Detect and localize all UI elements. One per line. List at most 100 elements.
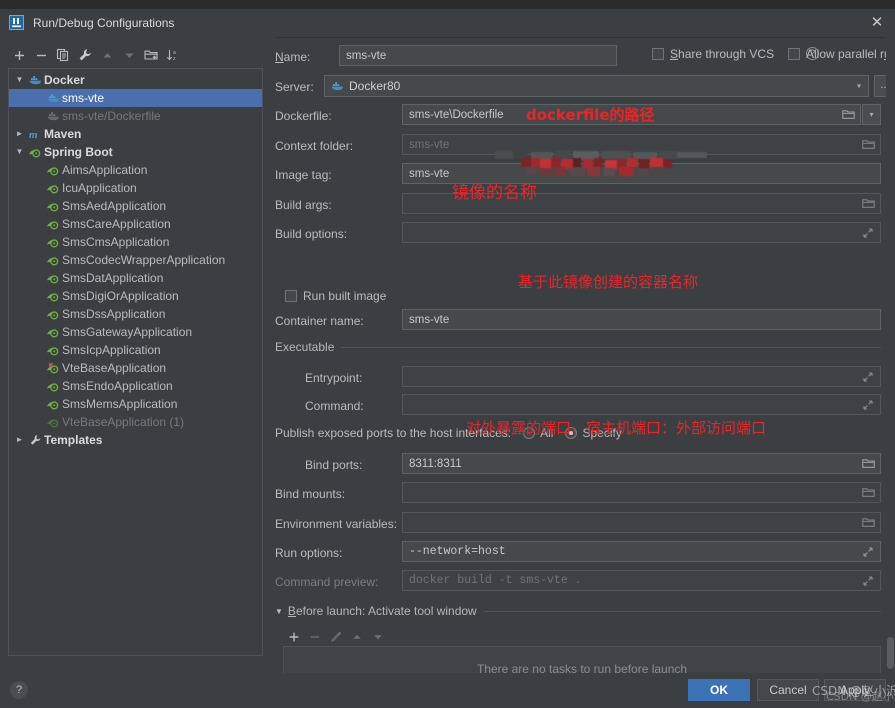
tree-item-smscmsapplication[interactable]: SmsCmsApplication [9,233,262,251]
expand-icon[interactable] [857,572,879,589]
spring-icon [26,146,44,158]
publish-ports-option-specify[interactable]: Specify [565,426,622,440]
tree-item-smsmemsapplication[interactable]: SmsMemsApplication [9,395,262,413]
expand-icon[interactable] [857,224,879,241]
close-icon[interactable]: ✕ [868,14,886,32]
tree-item-smsdatapplication[interactable]: SmsDatApplication [9,269,262,287]
add-configuration-button[interactable] [8,45,30,65]
edit-templates-button[interactable] [74,45,96,65]
folder-icon[interactable] [857,136,879,153]
dockerfile-input[interactable]: sms-vte\Dockerfile [402,104,861,125]
tree-item-templates[interactable]: ► Templates [9,431,262,449]
run-built-image-checkbox[interactable]: Run built image [285,289,386,303]
apply-button[interactable]: Apply [824,679,886,701]
spring-icon [44,326,62,338]
radio-button [523,427,536,439]
tree-item-smsgatewayapplication[interactable]: SmsGatewayApplication [9,323,262,341]
move-into-folder-button[interactable] [140,45,162,65]
folder-icon[interactable] [857,514,879,531]
tree-item-smsdigiorapplication[interactable]: SmsDigiOrApplication [9,287,262,305]
folder-icon[interactable] [857,195,879,212]
triangle-down-icon[interactable]: ▼ [13,71,26,89]
before-launch-tasks-list[interactable]: There are no tasks to run before launch [283,646,881,673]
folder-icon[interactable] [837,106,859,123]
sort-configurations-button[interactable]: a z [162,45,184,65]
tree-item-label: SmsAedApplication [62,199,167,213]
command-row: Command: [305,395,364,417]
tree-item-aimsapplication[interactable]: AimsApplication [9,161,262,179]
configurations-tree[interactable]: ▼ Docker sms-vte sms-vte/Dockerfile ► m Maven ▼… [8,68,263,656]
tree-item-icuapplication[interactable]: IcuApplication [9,179,262,197]
triangle-right-icon[interactable]: ► [13,431,26,449]
server-combo[interactable]: Docker80 ▾ [324,75,869,97]
tree-item-label: SmsCmsApplication [62,235,170,249]
copy-configuration-button[interactable] [52,45,74,65]
tree-item-smsicpapplication[interactable]: SmsIcpApplication [9,341,262,359]
publish-ports-option-all[interactable]: All [523,426,553,440]
scrollbar-thumb[interactable] [887,637,894,669]
before-launch-toolbar [283,627,388,647]
spring-icon [44,236,62,248]
task-move-down-button[interactable] [367,627,388,647]
allow-parallel-run-checkbox[interactable]: Allow parallel run [788,47,895,61]
tree-item-sms-vte-dockerfile[interactable]: sms-vte/Dockerfile [9,107,262,125]
task-move-up-button[interactable] [346,627,367,647]
tree-item-vtebaseapplication-1[interactable]: VteBaseApplication (1) [9,413,262,431]
command-preview-value: docker build -t sms-vte . [409,574,582,587]
bind-mounts-input[interactable] [402,482,881,503]
executable-section-header: Executable [275,340,881,354]
tree-item-docker[interactable]: ▼ Docker [9,71,262,89]
build-options-input[interactable] [402,222,881,243]
command-preview-label: Command preview: [275,575,379,589]
tree-item-smsaedapplication[interactable]: SmsAedApplication [9,197,262,215]
tree-item-label: VteBaseApplication (1) [62,415,185,429]
bind-ports-input[interactable]: 8311:8311 [402,453,881,474]
cancel-button[interactable]: Cancel [757,679,819,701]
environment-variables-input[interactable] [402,512,881,533]
server-row: Server: [275,76,314,98]
tree-item-smscodecwrapperapplication[interactable]: SmsCodecWrapperApplication [9,251,262,269]
context-folder-input[interactable]: sms-vte [402,134,881,155]
edit-task-button[interactable] [325,627,346,647]
server-value: Docker80 [349,79,401,93]
name-input[interactable]: sms-vte [339,45,617,66]
tree-item-vtebaseapplication[interactable]: VteBaseApplication [9,359,262,377]
entrypoint-input[interactable] [402,366,881,387]
command-input[interactable] [402,394,881,415]
image-tag-input[interactable]: sms-vte [402,163,881,184]
triangle-down-icon[interactable]: ▼ [13,143,26,161]
triangle-right-icon[interactable]: ► [13,125,26,143]
dialog-titlebar: Run/Debug Configurations ✕ [0,9,895,38]
docker-gray-icon [44,110,62,122]
build-args-input[interactable] [402,193,881,214]
folder-icon[interactable] [857,484,879,501]
expand-icon[interactable] [857,368,879,385]
tree-item-label: sms-vte/Dockerfile [62,109,161,123]
folder-icon[interactable] [857,455,879,472]
bind-ports-row: Bind ports: [305,454,362,476]
add-task-button[interactable] [283,627,304,647]
move-down-button[interactable] [118,45,140,65]
expand-icon[interactable] [857,543,879,560]
ok-button[interactable]: OK [688,679,750,701]
dockerfile-history-dropdown[interactable]: ▾ [862,104,881,125]
expand-icon[interactable] [857,396,879,413]
container-name-value: sms-vte [409,313,450,326]
help-button[interactable]: ? [10,681,28,699]
run-options-input[interactable]: --network=host [402,541,881,562]
move-up-button[interactable] [96,45,118,65]
container-name-input[interactable]: sms-vte [402,309,881,330]
tree-item-smscareapplication[interactable]: SmsCareApplication [9,215,262,233]
command-preview-input[interactable]: docker build -t sms-vte . [402,570,881,591]
tree-item-spring-boot[interactable]: ▼ Spring Boot [9,143,262,161]
context-folder-row: Context folder: [275,135,353,157]
before-launch-header[interactable]: ▼ Before launch: Activate tool window [275,604,881,618]
remove-configuration-button[interactable] [30,45,52,65]
tree-item-maven[interactable]: ► m Maven [9,125,262,143]
tree-item-sms-vte[interactable]: sms-vte [9,89,262,107]
share-through-vcs-checkbox[interactable]: Share through VCS [652,47,774,61]
editor-pane-scrollbar[interactable] [886,37,895,673]
tree-item-smsdssapplication[interactable]: SmsDssApplication [9,305,262,323]
tree-item-smsendoapplication[interactable]: SmsEndoApplication [9,377,262,395]
remove-task-button[interactable] [304,627,325,647]
